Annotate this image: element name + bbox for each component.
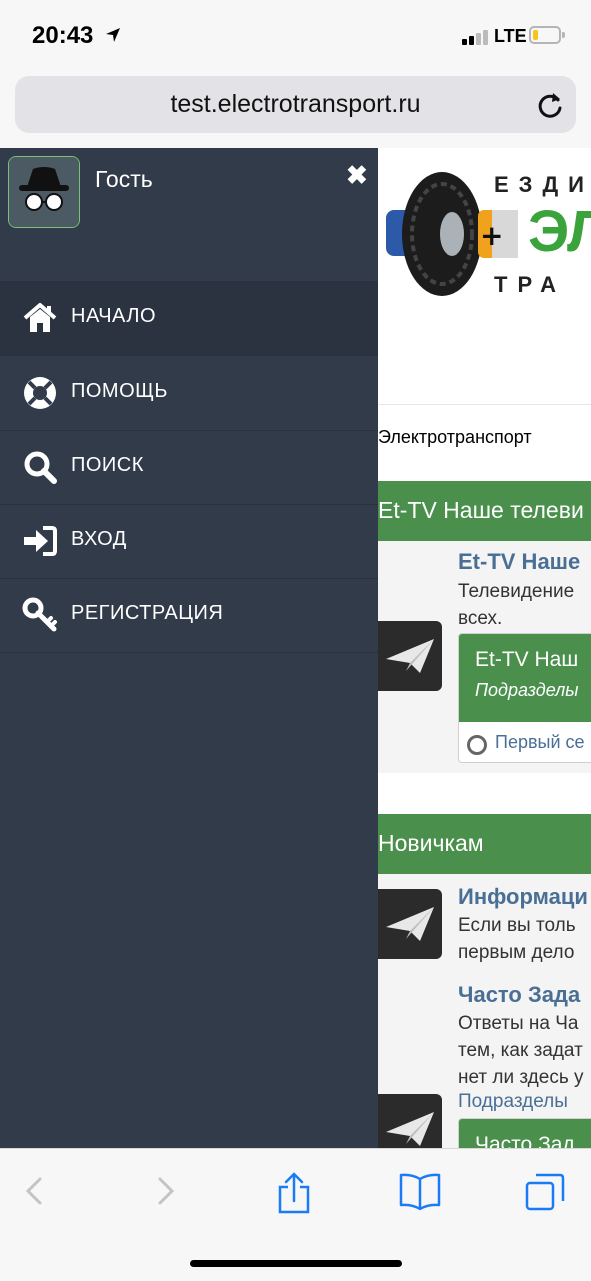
paper-plane-icon <box>386 1112 434 1146</box>
menu-item-label: РЕГИСТРАЦИЯ <box>71 602 224 624</box>
forum-title-ettv[interactable]: Et-TV Наше <box>458 549 580 575</box>
forum-status-icon <box>378 621 442 691</box>
forum-description-cont: первым дело <box>458 942 575 963</box>
address-bar-row: test.electrotransport.ru <box>0 72 591 148</box>
search-icon <box>24 451 57 484</box>
logo-text-bottom: ТРА <box>494 272 567 297</box>
logo-text-main: ЭЛ <box>528 199 591 264</box>
status-time: 20:43 <box>32 22 94 49</box>
status-bar: 20:43 LTE <box>0 0 591 72</box>
subforum-box: Часто Зад <box>458 1118 591 1148</box>
sign-in-icon <box>24 526 57 556</box>
breadcrumb-home-link[interactable]: Электротранспорт <box>378 427 532 448</box>
forum-description: Ответы на Ча <box>458 1013 579 1034</box>
bookmarks-icon[interactable] <box>398 1171 442 1211</box>
logo-text-top: ЕЗДИМ <box>494 172 591 197</box>
key-icon <box>22 597 57 632</box>
menu-item-help[interactable]: ПОМОЩЬ <box>0 356 378 431</box>
url-text[interactable]: test.electrotransport.ru <box>15 90 576 119</box>
tabs-icon[interactable] <box>524 1171 566 1213</box>
subforums-link[interactable]: Подразделы <box>458 1091 568 1113</box>
battery-icon <box>529 26 565 44</box>
forum-title-faq[interactable]: Часто Зада <box>458 982 580 1008</box>
forum-description-cont: всех. <box>458 608 503 629</box>
home-icon <box>23 303 57 332</box>
menu-item-login[interactable]: ВХОД <box>0 504 378 579</box>
menu-item-label: ПОМОЩЬ <box>71 380 169 402</box>
page-content: + ЕЗДИМ ЭЛ ТРА Электротранспорт Et-TV На… <box>378 148 591 1148</box>
menu-item-label: НАЧАЛО <box>71 305 157 327</box>
menu-item-register[interactable]: РЕГИСТРАЦИЯ <box>0 578 378 653</box>
forum-status-icon <box>378 889 442 959</box>
address-bar[interactable]: test.electrotransport.ru <box>15 76 576 133</box>
close-icon[interactable]: ✖ <box>346 160 368 191</box>
subforum-item-link[interactable]: Первый се <box>495 732 585 753</box>
incognito-avatar-icon <box>9 157 79 227</box>
forum-description: Если вы толь <box>458 915 576 936</box>
forum-title-info[interactable]: Информаци <box>458 884 588 910</box>
location-arrow-icon <box>106 28 120 42</box>
forum-description: Телевидение <box>458 581 575 602</box>
subforum-header[interactable]: Et-TV Наш Подразделы <box>459 634 591 722</box>
menu-item-label: ВХОД <box>71 528 127 550</box>
menu-item-home[interactable]: НАЧАЛО <box>0 281 378 356</box>
network-type: LTE <box>494 26 527 46</box>
svg-text:+: + <box>480 219 503 252</box>
forum-description-cont: нет ли здесь у <box>458 1067 584 1088</box>
forum-status-icon <box>378 1094 442 1148</box>
paper-plane-icon <box>386 639 434 673</box>
breadcrumb: Электротранспорт <box>378 404 591 482</box>
avatar[interactable] <box>8 156 80 228</box>
subforum-box: Et-TV Наш Подразделы Первый се <box>458 633 591 763</box>
menu-item-search[interactable]: ПОИСК <box>0 430 378 505</box>
category-header-ettv[interactable]: Et-TV Наше телеви <box>378 481 591 541</box>
category-body-newbies: Информаци Если вы толь первым дело Часто… <box>378 874 591 1148</box>
subforum-title[interactable]: Et-TV Наш <box>475 648 578 672</box>
forum-description-cont: тем, как задат <box>458 1040 583 1061</box>
subforum-subtitle: Подразделы <box>475 680 579 700</box>
category-title[interactable]: Новичкам <box>378 830 484 857</box>
signal-icon <box>462 30 488 45</box>
home-indicator[interactable] <box>190 1260 402 1267</box>
unread-indicator-icon <box>467 735 487 755</box>
share-icon[interactable] <box>276 1171 312 1215</box>
category-header-newbies[interactable]: Новичкам <box>378 814 591 874</box>
subforum-header[interactable]: Часто Зад <box>459 1119 591 1148</box>
menu-item-label: ПОИСК <box>71 454 144 476</box>
user-name: Гость <box>95 166 153 192</box>
category-body-ettv: Et-TV Наше Телевидение всех. Et-TV Наш П… <box>378 541 591 773</box>
user-panel: Гость ✖ <box>0 148 378 282</box>
subforum-title[interactable]: Часто Зад <box>475 1133 575 1148</box>
side-drawer: Гость ✖ НАЧАЛО ПОМОЩЬ ПОИСК ВХОД РЕГИСТР… <box>0 148 378 1148</box>
forward-icon[interactable] <box>152 1171 178 1211</box>
back-icon[interactable] <box>22 1171 48 1211</box>
subforum-item[interactable]: Первый се <box>459 722 591 762</box>
category-title[interactable]: Et-TV Наше телеви <box>378 497 584 524</box>
reload-icon[interactable] <box>536 90 564 120</box>
lifebuoy-icon <box>24 377 56 409</box>
paper-plane-icon <box>386 907 434 941</box>
